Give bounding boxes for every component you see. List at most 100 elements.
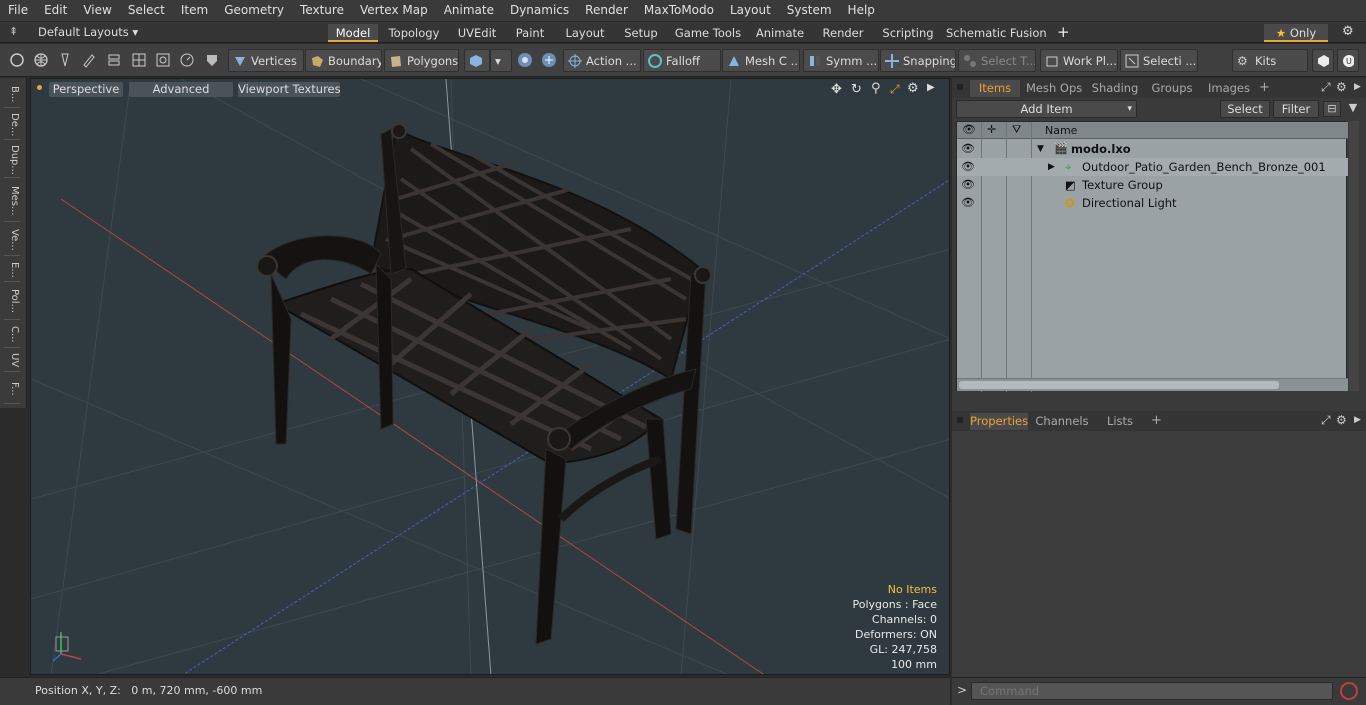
viewport-menu-arrow-icon[interactable]: ▶	[927, 82, 935, 93]
snapping-button[interactable]: Snapping	[880, 49, 956, 72]
left-tab-polygon[interactable]: Pol...	[4, 284, 20, 320]
mesh-constraint-button[interactable]: Mesh C ...	[722, 49, 800, 72]
perspective-dropdown[interactable]: Perspective	[49, 82, 123, 97]
tab-schematic-fusion[interactable]: Schematic Fusion	[946, 24, 1047, 42]
tab-scripting[interactable]: Scripting	[878, 24, 938, 42]
work-plane-button[interactable]: Work Pl...	[1040, 49, 1118, 72]
action-center-button[interactable]: Action ...	[563, 49, 641, 72]
symmetry-button[interactable]: Symm ...	[803, 49, 879, 72]
material-button[interactable]	[464, 49, 490, 72]
left-tab-deform[interactable]: De...	[4, 110, 20, 140]
menu-system[interactable]: System	[779, 0, 840, 21]
add-tab-icon[interactable]: +	[1057, 23, 1070, 41]
gear-icon[interactable]: ⚙	[1342, 24, 1354, 39]
shading-dropdown[interactable]: Advanced	[129, 82, 233, 97]
only-toggle[interactable]: ★ Only	[1264, 24, 1328, 42]
items-menu-arrow-icon[interactable]: ▶	[1354, 82, 1361, 92]
visibility-eye-icon[interactable]: 👁	[961, 176, 975, 194]
tab-groups[interactable]: Groups	[1148, 80, 1196, 97]
tab-topology[interactable]: Topology	[384, 24, 444, 42]
shield-icon[interactable]	[203, 51, 221, 69]
menu-select[interactable]: Select	[120, 0, 173, 21]
vertical-scrollbar[interactable]	[1349, 121, 1359, 391]
filter-button[interactable]: Filter	[1273, 100, 1319, 118]
menu-edit[interactable]: Edit	[36, 0, 75, 21]
frame-icon[interactable]	[154, 51, 172, 69]
viewport-textures-dropdown[interactable]: Viewport Textures	[238, 82, 341, 97]
move-view-icon[interactable]: ✥	[831, 82, 842, 97]
add-item-button[interactable]: Add Item ▾	[956, 100, 1137, 118]
falloff-button[interactable]: Falloff	[643, 49, 721, 72]
pen-icon[interactable]	[56, 51, 74, 69]
maximize-icon[interactable]: ⤢	[890, 82, 900, 97]
tab-setup[interactable]: Setup	[616, 24, 666, 42]
add-panel-tab-icon[interactable]: +	[1259, 80, 1270, 95]
menu-vertex-map[interactable]: Vertex Map	[352, 0, 436, 21]
menu-file[interactable]: File	[0, 0, 36, 21]
tab-animate[interactable]: Animate	[752, 24, 808, 42]
vertices-button[interactable]: Vertices	[228, 49, 304, 72]
kits-button[interactable]: ⚙ Kits	[1232, 49, 1308, 72]
menu-help[interactable]: Help	[840, 0, 883, 21]
tab-layout[interactable]: Layout	[561, 24, 609, 42]
left-tab-edge[interactable]: E...	[4, 258, 20, 282]
rotate-view-icon[interactable]: ↻	[851, 82, 862, 97]
layouts-dropdown[interactable]: Default Layouts ▾	[38, 25, 138, 39]
command-input[interactable]	[971, 682, 1333, 700]
circle-select-icon[interactable]	[8, 51, 26, 69]
tab-items[interactable]: Items	[970, 80, 1020, 97]
menu-layout[interactable]: Layout	[722, 0, 779, 21]
viewport-gear-icon[interactable]: ⚙	[907, 81, 919, 96]
tree-row-light[interactable]: 👁 ✪ Directional Light	[957, 194, 1348, 212]
tab-game-tools[interactable]: Game Tools	[673, 24, 743, 42]
tab-render[interactable]: Render	[817, 24, 869, 42]
menu-dynamics[interactable]: Dynamics	[502, 0, 577, 21]
unreal-button[interactable]: U	[1337, 49, 1359, 72]
tab-lists[interactable]: Lists	[1098, 413, 1142, 430]
selection-sets-button[interactable]: Selecti ...	[1120, 49, 1198, 72]
tab-paint[interactable]: Paint	[508, 24, 552, 42]
properties-gear-icon[interactable]: ⚙	[1336, 413, 1347, 427]
add-panel-tab-icon[interactable]: +	[1151, 413, 1162, 428]
clock-icon[interactable]	[178, 51, 196, 69]
unity-button[interactable]	[1312, 49, 1334, 72]
visibility-eye-icon[interactable]: 👁	[961, 140, 975, 158]
expand-icon[interactable]: ⤢	[1321, 413, 1331, 428]
properties-menu-arrow-icon[interactable]: ▶	[1354, 415, 1361, 425]
tab-shading[interactable]: Shading	[1088, 80, 1142, 97]
left-tab-mesh[interactable]: Mes...	[4, 180, 20, 222]
name-column-header[interactable]: Name	[1045, 124, 1077, 137]
globe-icon[interactable]	[32, 51, 50, 69]
left-tab-fusion[interactable]: F...	[4, 374, 20, 404]
material-dropdown[interactable]: ▾	[490, 49, 512, 72]
bench-model[interactable]	[256, 123, 712, 645]
layout-up-icon[interactable]: ⇞	[9, 25, 18, 38]
panel-grip-icon[interactable]	[957, 84, 963, 90]
items-list[interactable]: 👁 ✛ ⛛ Name 👁 ▼ 🎬 modo.lxo 👁 ▶ ⌖ Outdoor_…	[956, 121, 1348, 392]
tab-properties[interactable]: Properties	[970, 413, 1028, 430]
snap-center-icon[interactable]	[540, 51, 558, 69]
expand-arrow-icon[interactable]: ▶	[1048, 158, 1055, 176]
menu-geometry[interactable]: Geometry	[216, 0, 292, 21]
collapse-icon[interactable]: ⊟	[1323, 101, 1341, 117]
visibility-eye-icon[interactable]: 👁	[961, 158, 975, 176]
grid-icon[interactable]	[130, 51, 148, 69]
horizontal-scrollbar[interactable]	[957, 378, 1348, 391]
menu-render[interactable]: Render	[577, 0, 636, 21]
left-tab-uv[interactable]: UV	[4, 350, 20, 372]
tree-row-texture-group[interactable]: 👁 ◩ Texture Group	[957, 176, 1348, 194]
expand-icon[interactable]: ⤢	[1321, 80, 1331, 95]
zoom-icon[interactable]: ⚲	[871, 81, 881, 96]
tab-mesh-ops[interactable]: Mesh Ops	[1026, 80, 1082, 97]
tree-row-mesh[interactable]: 👁 ▶ ⌖ Outdoor_Patio_Garden_Bench_Bronze_…	[957, 158, 1348, 176]
tab-uvedit[interactable]: UVEdit	[452, 24, 502, 42]
align-icon[interactable]	[105, 51, 123, 69]
panel-grip-icon[interactable]	[957, 417, 963, 423]
brush-icon[interactable]	[80, 51, 98, 69]
menu-item[interactable]: Item	[173, 0, 216, 21]
left-tab-duplicate[interactable]: Dup...	[4, 142, 20, 178]
funnel-icon[interactable]: ▼	[1344, 101, 1362, 117]
tree-row-scene[interactable]: 👁 ▼ 🎬 modo.lxo	[957, 140, 1348, 158]
menu-animate[interactable]: Animate	[436, 0, 502, 21]
select-button[interactable]: Select	[1220, 100, 1270, 118]
